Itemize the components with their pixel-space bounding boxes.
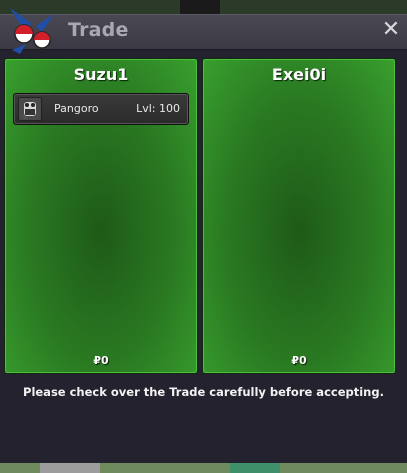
background-tile bbox=[230, 463, 280, 473]
item-name: Pangoro bbox=[54, 102, 99, 115]
left-player-name: Suzu1 bbox=[73, 65, 129, 84]
trade-notice: Please check over the Trade carefully be… bbox=[23, 385, 384, 399]
trade-item[interactable]: Pangoro Lvl: 100 bbox=[13, 93, 189, 125]
pangoro-sprite-icon bbox=[18, 97, 42, 121]
close-icon[interactable]: ✕ bbox=[381, 18, 401, 42]
background-tile bbox=[40, 463, 100, 473]
window-title: Trade bbox=[68, 19, 129, 41]
item-level: Lvl: 100 bbox=[136, 102, 180, 115]
left-trade-panel: Suzu1 Pangoro Lvl: 100 ₽0 bbox=[4, 58, 198, 374]
right-player-name: Exei0i bbox=[271, 65, 327, 84]
left-money: ₽0 bbox=[93, 354, 109, 367]
background-tile bbox=[180, 0, 220, 14]
pokeball-logo-icon bbox=[10, 8, 54, 54]
right-money: ₽0 bbox=[291, 354, 307, 367]
trade-window: Trade ✕ Suzu1 Pangoro Lvl: 100 ₽0 Exei0i… bbox=[0, 14, 407, 463]
right-trade-panel: Exei0i ₽0 bbox=[202, 58, 396, 374]
